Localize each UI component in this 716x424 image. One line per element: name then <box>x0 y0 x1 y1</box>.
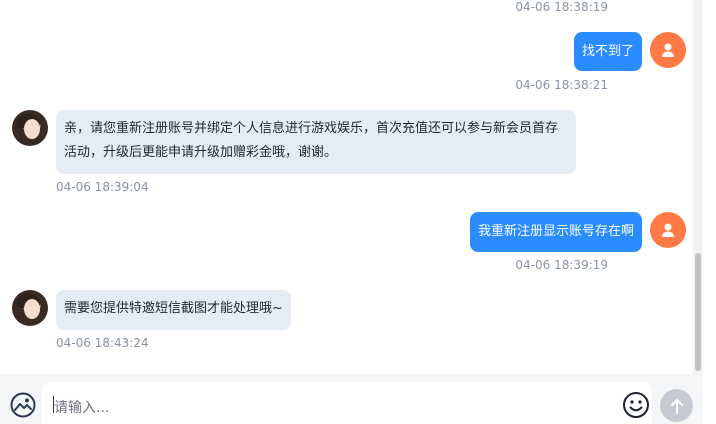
agent-message-bubble: 亲，请您重新注册账号并绑定个人信息进行游戏娱乐，首次充值还可以参与新会员首存活动… <box>56 110 576 174</box>
image-upload-icon <box>10 392 36 418</box>
user-avatar <box>650 212 686 248</box>
user-avatar <box>650 32 686 68</box>
message-timestamp: 04-06 18:43:24 <box>56 336 149 350</box>
window-edge <box>702 0 716 424</box>
message-timestamp: 04-06 18:38:19 <box>515 0 608 14</box>
chat-scrollbar-thumb[interactable] <box>695 253 701 371</box>
user-message-bubble: 找不到了 <box>573 32 642 71</box>
message-timestamp: 04-06 18:39:04 <box>56 180 149 194</box>
agent-avatar <box>12 290 48 326</box>
message-input[interactable] <box>42 382 652 424</box>
agent-message-bubble: 需要您提供特邀短信截图才能处理哦~ <box>56 290 291 330</box>
user-icon <box>662 43 674 57</box>
chat-message-list[interactable]: 04-06 18:38:19 找不到了 04-06 18:38:21 亲，请您重… <box>0 0 692 374</box>
text-caret <box>53 396 54 413</box>
emoji-button[interactable] <box>622 391 650 419</box>
user-message-bubble: 我重新注册显示账号存在啊 <box>469 212 642 252</box>
send-button[interactable] <box>660 389 693 422</box>
image-upload-button[interactable] <box>10 392 36 418</box>
emoji-icon <box>623 392 649 418</box>
send-arrow-icon <box>670 398 683 414</box>
agent-avatar <box>12 110 48 146</box>
user-icon <box>662 223 674 237</box>
message-timestamp: 04-06 18:38:21 <box>515 78 608 92</box>
message-timestamp: 04-06 18:39:19 <box>515 258 608 272</box>
